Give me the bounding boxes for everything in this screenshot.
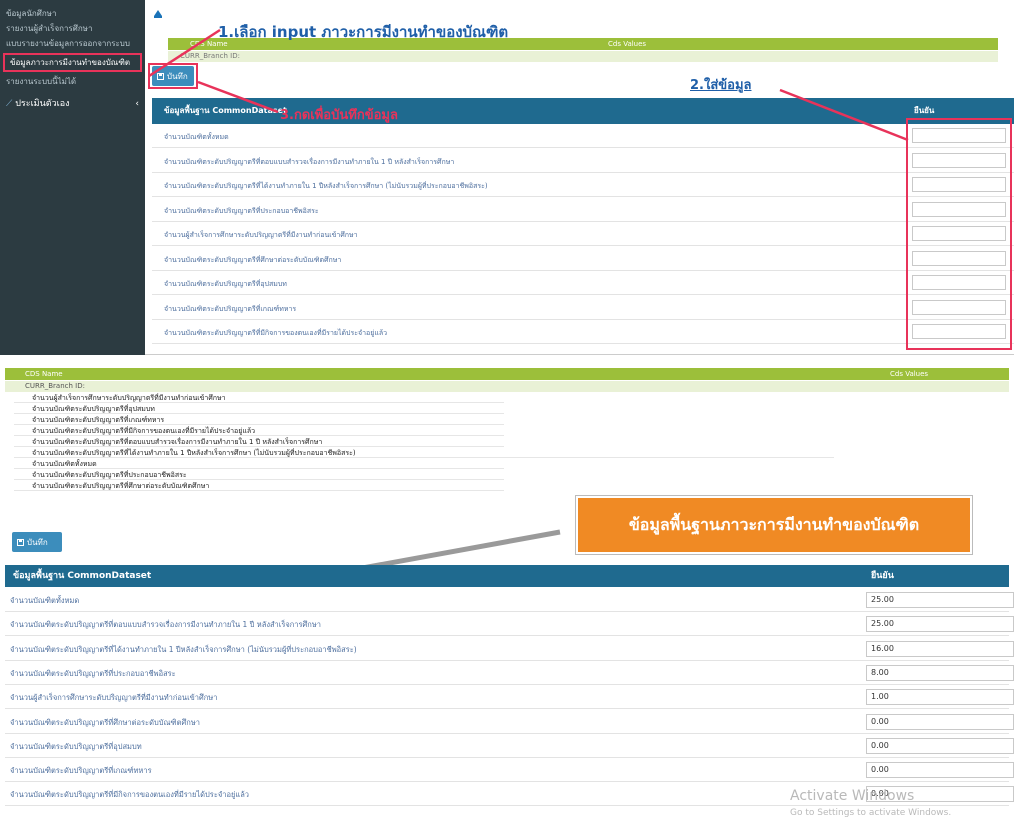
value-input[interactable]: 0.00 <box>866 762 1014 779</box>
cds-value-header: Cds Values <box>608 40 647 48</box>
table-row-label: จำนวนบัณฑิตระดับปริญญาตรีที่เกณฑ์ทหาร <box>10 766 152 776</box>
upload-icon[interactable] <box>154 10 162 18</box>
table-row-label: จำนวนผู้สำเร็จการศึกษาระดับปริญญาตรีที่ม… <box>164 231 358 239</box>
list-item[interactable]: จำนวนบัณฑิตระดับปริญญาตรีที่ประกอบอาชีพอ… <box>14 470 504 480</box>
chart-line-icon: ⟋ <box>6 99 13 109</box>
bottom-screenshot-panel: CDS Name Cds Values CURR_Branch ID: จำนว… <box>0 368 1014 834</box>
save-button-bottom[interactable]: บันทึก <box>12 532 62 552</box>
table-row-label: จำนวนบัณฑิตระดับปริญญาตรีที่ประกอบอาชีพอ… <box>164 206 319 215</box>
table-row-label: จำนวนบัณฑิตระดับปริญญาตรีที่อุปสมบท <box>164 280 287 288</box>
table-row-label: จำนวนบัณฑิตระดับปริญญาตรีที่ตอบแบบสำรวจเ… <box>10 620 321 630</box>
list-item[interactable]: จำนวนบัณฑิตระดับปริญญาตรีที่ตอบแบบสำรวจเ… <box>14 437 504 447</box>
table-row-label: จำนวนบัณฑิตทั้งหมด <box>164 133 229 141</box>
save-highlight-box <box>148 63 198 89</box>
table-row-label: จำนวนบัณฑิตระดับปริญญาตรีที่ตอบแบบสำรวจเ… <box>164 157 455 166</box>
list-item[interactable]: จำนวนบัณฑิตทั้งหมด <box>14 459 504 469</box>
cds-value-header-bottom: Cds Values <box>890 370 929 378</box>
value-input[interactable]: 16.00 <box>866 640 1014 657</box>
table-row-label: จำนวนบัณฑิตระดับปริญญาตรีที่ได้งานทำภายใ… <box>10 644 357 654</box>
employment-data-note: ข้อมูลพื้นฐานภาวะการมีงานทำของบัณฑิต <box>576 496 972 554</box>
list-item[interactable]: จำนวนบัณฑิตระดับปริญญาตรีที่อุปสมบท <box>14 404 504 414</box>
save-disk-icon <box>17 538 24 546</box>
sidebar-item-dropout-report[interactable]: แบบรายงานข้อมูลการออกจากระบบ <box>0 36 145 51</box>
dataset-name-header-bottom: ข้อมูลพื้นฐาน CommonDataset <box>13 571 152 581</box>
activate-windows-subtitle: Go to Settings to activate Windows. <box>790 808 952 818</box>
branch-row[interactable]: CURR_Branch ID: <box>168 51 998 62</box>
value-input[interactable]: 1.00 <box>866 689 1014 706</box>
value-input[interactable]: 25.00 <box>866 592 1014 608</box>
callout-step3: 3.กดเพื่อบันทึกข้อมูล <box>280 108 398 123</box>
dataset-table-header-bottom: ข้อมูลพื้นฐาน CommonDataset ยืนยัน <box>5 565 1009 587</box>
dataset-name-header: ข้อมูลพื้นฐาน CommonDataset <box>164 106 287 115</box>
sidebar-item-employment[interactable]: ข้อมูลภาวะการมีงานทำของบัณฑิต <box>3 53 142 72</box>
table-row-label: จำนวนบัณฑิตระดับปริญญาตรีที่มีกิจการของต… <box>10 790 250 800</box>
table-row-label: จำนวนบัณฑิตระดับปริญญาตรีที่เกณฑ์ทหาร <box>164 304 297 313</box>
table-row-label: จำนวนบัณฑิตระดับปริญญาตรีที่ศึกษาต่อระดั… <box>10 717 200 727</box>
branch-row-bottom-label: CURR_Branch ID: <box>25 382 85 390</box>
list-item[interactable]: จำนวนผู้สำเร็จการศึกษาระดับปริญญาตรีที่ม… <box>14 393 504 403</box>
value-input[interactable]: 8.00 <box>866 664 1014 681</box>
sidebar-item-students[interactable]: ข้อมูลนักศึกษา <box>0 6 145 21</box>
top-screenshot-panel: ข้อมูลนักศึกษา รายงานผู้สำเร็จการศึกษา แ… <box>0 0 1014 355</box>
branch-row-bottom[interactable]: CURR_Branch ID: <box>5 381 1009 392</box>
table-row-label: จำนวนบัณฑิตระดับปริญญาตรีที่อุปสมบท <box>10 741 142 751</box>
sidebar-item-unavailable[interactable]: รายงานระบบนี้ไม่ได้ <box>0 74 145 89</box>
save-button-bottom-label: บันทึก <box>27 537 48 547</box>
list-item[interactable]: จำนวนบัณฑิตระดับปริญญาตรีที่ศึกษาต่อระดั… <box>14 481 504 491</box>
value-input[interactable]: 25.00 <box>866 616 1014 633</box>
sidebar-item-graduates-report[interactable]: รายงานผู้สำเร็จการศึกษา <box>0 21 145 36</box>
inputs-highlight-box <box>906 118 1012 350</box>
sidebar: ข้อมูลนักศึกษา รายงานผู้สำเร็จการศึกษา แ… <box>0 0 145 355</box>
list-item[interactable]: จำนวนบัณฑิตระดับปริญญาตรีที่เกณฑ์ทหาร <box>14 415 504 425</box>
cds-header-bottom: CDS Name Cds Values <box>5 368 1009 380</box>
value-input[interactable]: 0.00 <box>866 737 1014 754</box>
chevron-left-icon: ‹ <box>135 99 139 109</box>
dataset-value-header-bottom: ยืนยัน <box>871 571 894 581</box>
table-row-label: จำนวนบัณฑิตระดับปริญญาตรีที่ศึกษาต่อระดั… <box>164 255 342 264</box>
table-row-label: จำนวนผู้สำเร็จการศึกษาระดับปริญญาตรีที่ม… <box>10 693 218 703</box>
table-row-label: จำนวนบัณฑิตทั้งหมด <box>10 596 80 605</box>
callout-step1: 1.เลือก input ภาวะการมีงานทำของบัณฑิต <box>218 23 509 41</box>
list-item[interactable]: จำนวนบัณฑิตระดับปริญญาตรีที่ได้งานทำภายใ… <box>14 448 834 458</box>
activate-windows-title: Activate Windows <box>790 788 915 804</box>
table-row-label: จำนวนบัณฑิตระดับปริญญาตรีที่ประกอบอาชีพอ… <box>10 668 176 678</box>
sidebar-item-self-assessment[interactable]: ⟋ ประเมินตัวเอง ‹ <box>0 97 145 112</box>
main-content-top: CDS Name Cds Values CURR_Branch ID: บันท… <box>148 0 1014 355</box>
list-item[interactable]: จำนวนบัณฑิตระดับปริญญาตรีที่มีกิจการของต… <box>14 426 504 436</box>
value-input[interactable]: 0.00 <box>866 713 1014 730</box>
table-row-label: จำนวนบัณฑิตระดับปริญญาตรีที่มีกิจการของต… <box>164 329 388 337</box>
table-row-label: จำนวนบัณฑิตระดับปริญญาตรีที่ได้งานทำภายใ… <box>164 182 488 190</box>
callout-step2: 2.ใส่ข้อมูล <box>690 78 752 93</box>
cds-name-header-bottom: CDS Name <box>25 370 63 378</box>
sidebar-item-self-assessment-label: ประเมินตัวเอง <box>15 99 70 109</box>
